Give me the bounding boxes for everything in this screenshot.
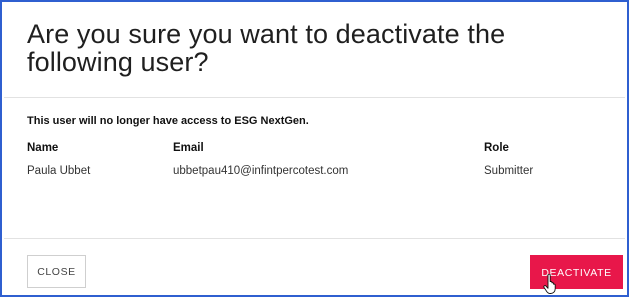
close-button[interactable]: CLOSE (27, 255, 86, 288)
column-header-email: Email (173, 142, 204, 154)
hand-pointer-icon (543, 274, 556, 294)
user-name: Paula Ubbet (27, 165, 91, 177)
footer-divider (4, 238, 625, 239)
deactivate-user-dialog: Are you sure you want to deactivate the … (0, 0, 629, 297)
dialog-title: Are you sure you want to deactivate the … (27, 19, 506, 77)
header-divider (4, 97, 625, 98)
user-role: Submitter (484, 165, 534, 177)
column-header-role: Role (484, 142, 509, 154)
warning-message: This user will no longer have access to … (27, 115, 309, 127)
column-header-name: Name (27, 142, 59, 154)
user-email: ubbetpau410@infintpercotest.com (173, 165, 349, 177)
